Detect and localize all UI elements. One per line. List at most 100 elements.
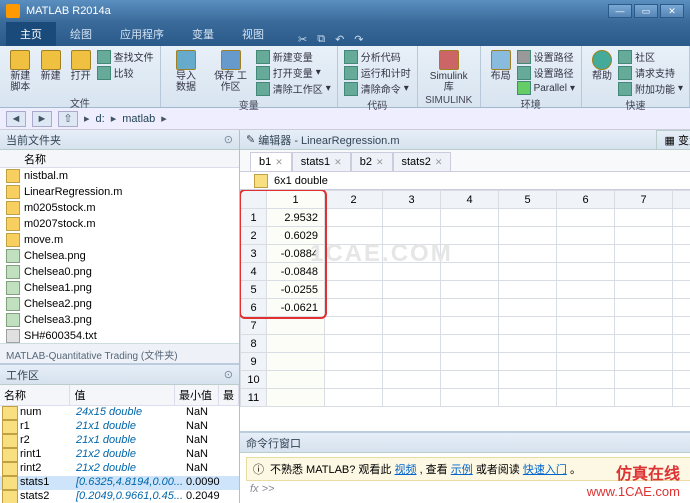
grid-cell[interactable] [325,389,383,407]
grid-cell[interactable] [557,335,615,353]
file-item[interactable]: Chelsea3.png [0,312,239,328]
grid-col-header[interactable]: 8 [673,191,690,209]
grid-cell[interactable]: -0.0884 [267,245,325,263]
grid-cell[interactable] [673,371,690,389]
grid-cell[interactable] [441,353,499,371]
panel-menu-icon[interactable]: ⊙ [224,133,233,146]
tab-close-icon[interactable]: ✕ [376,157,384,168]
grid-row-header[interactable]: 6 [241,299,267,317]
tab-close-icon[interactable]: ✕ [275,157,283,168]
grid-row-header[interactable]: 4 [241,263,267,281]
grid-cell[interactable] [325,209,383,227]
grid-cell[interactable] [383,281,441,299]
grid-cell[interactable] [673,227,690,245]
ribbon-tab-home[interactable]: 主页 [6,22,56,46]
grid-cell[interactable] [615,263,673,281]
file-item[interactable]: SH#600354.txt [0,328,239,343]
grid-col-header[interactable]: 2 [325,191,383,209]
grid-cell[interactable] [325,371,383,389]
grid-cell[interactable] [499,299,557,317]
variable-tab[interactable]: stats2✕ [393,152,452,171]
grid-col-header[interactable]: 4 [441,191,499,209]
maximize-button[interactable]: ▭ [634,4,658,18]
grid-cell[interactable] [615,227,673,245]
minimize-button[interactable]: — [608,4,632,18]
save-workspace-button[interactable]: 保存 工作区 [207,49,253,94]
grid-cell[interactable]: 2.9532 [267,209,325,227]
grid-cell[interactable] [383,245,441,263]
grid-cell[interactable] [615,281,673,299]
grid-cell[interactable] [673,353,690,371]
file-item[interactable]: nistbal.m [0,168,239,184]
simulink-lib-button[interactable]: Simulink 库 [424,49,474,94]
grid-cell[interactable] [325,227,383,245]
grid-cell[interactable] [499,281,557,299]
grid-cell[interactable] [673,335,690,353]
grid-cell[interactable]: -0.0848 [267,263,325,281]
path-forward-button[interactable]: ► [32,111,52,127]
path-folder[interactable]: matlab [122,113,155,125]
new-variable-button[interactable]: 新建变量 [256,49,331,64]
examples-link[interactable]: 示例 [451,464,473,476]
file-item[interactable]: Chelsea2.png [0,296,239,312]
grid-cell[interactable] [673,389,690,407]
grid-cell[interactable] [383,263,441,281]
grid-cell[interactable] [499,263,557,281]
grid-cell[interactable] [673,281,690,299]
workspace-row[interactable]: r221x1 doubleNaN [0,434,239,448]
grid-cell[interactable] [557,353,615,371]
grid-cell[interactable] [383,353,441,371]
grid-cell[interactable] [557,389,615,407]
set-path-button[interactable]: 设置路径 [517,65,575,80]
getting-started-link[interactable]: 快速入门 [523,464,567,476]
grid-cell[interactable] [615,299,673,317]
grid-cell[interactable] [557,317,615,335]
clear-workspace-button[interactable]: 清除工作区▾ [256,81,331,96]
grid-cell[interactable] [673,209,690,227]
grid-cell[interactable] [615,389,673,407]
ws-col-min[interactable]: 最小值 [175,385,219,405]
grid-cell[interactable] [441,245,499,263]
file-item[interactable]: LinearRegression.m [0,184,239,200]
grid-cell[interactable] [673,263,690,281]
grid-cell[interactable] [557,299,615,317]
grid-row-header[interactable]: 11 [241,389,267,407]
grid-cell[interactable] [383,209,441,227]
grid-row-header[interactable]: 10 [241,371,267,389]
variable-grid[interactable]: 1CAE.COM 1234567812.953220.60293-0.08844… [240,190,690,431]
grid-cell[interactable] [383,299,441,317]
grid-cell[interactable] [615,209,673,227]
qat-undo-icon[interactable]: ↶ [335,33,344,46]
clear-commands-button[interactable]: 清除命令▾ [344,81,411,96]
grid-cell[interactable] [325,299,383,317]
preferences-button[interactable]: 设置路径 [517,49,575,64]
addons-button[interactable]: 附加功能▾ [618,81,683,96]
qat-redo-icon[interactable]: ↷ [354,33,363,46]
path-drive[interactable]: d: [96,113,105,125]
grid-cell[interactable] [325,353,383,371]
workspace-row[interactable]: stats2[0.2049,0.9661,0.45...0.2049 [0,490,239,503]
grid-cell[interactable] [441,317,499,335]
grid-cell[interactable] [615,317,673,335]
workspace-row[interactable]: r121x1 doubleNaN [0,420,239,434]
parallel-button[interactable]: Parallel▾ [517,81,575,95]
grid-cell[interactable] [267,353,325,371]
ws-col-value[interactable]: 值 [70,385,175,405]
file-item[interactable]: move.m [0,232,239,248]
grid-cell[interactable]: 0.6029 [267,227,325,245]
new-button[interactable]: 新建 [37,49,65,83]
panel-menu-icon[interactable]: ⊙ [224,368,233,381]
grid-cell[interactable] [499,245,557,263]
tab-close-icon[interactable]: ✕ [435,157,443,168]
grid-cell[interactable] [499,317,557,335]
grid-cell[interactable] [499,335,557,353]
ribbon-tab-variable[interactable]: 变量 [178,22,228,46]
file-item[interactable]: m0205stock.m [0,200,239,216]
grid-cell[interactable] [383,227,441,245]
grid-cell[interactable] [499,227,557,245]
grid-cell[interactable] [441,389,499,407]
grid-col-header[interactable]: 7 [615,191,673,209]
grid-cell[interactable] [441,281,499,299]
grid-cell[interactable] [383,389,441,407]
qat-copy-icon[interactable]: ⧉ [317,33,325,46]
